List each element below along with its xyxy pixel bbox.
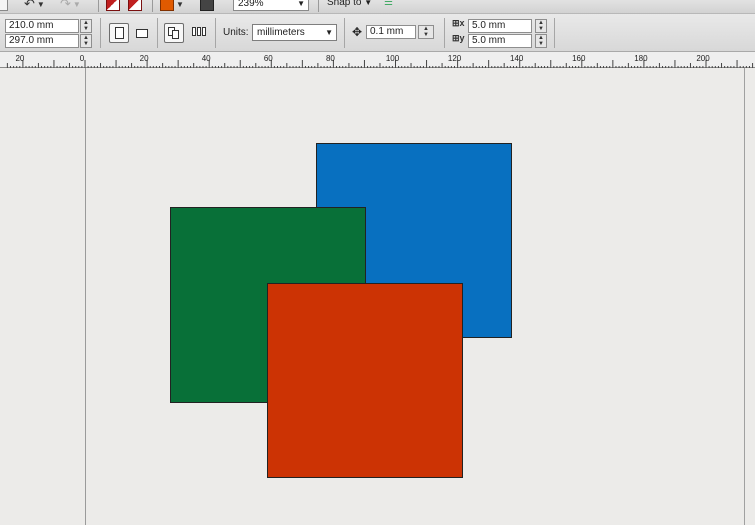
all-pages-button[interactable]	[164, 23, 184, 43]
landscape-orientation-button[interactable]	[132, 23, 152, 43]
coreldraw-window: ↶ ▼ ↷ ▼ ▼ 239% ▼ Snap to ▼ ☰ 210.0 mm ▲ ▼ 29…	[0, 0, 755, 525]
ruler-label: 120	[448, 54, 462, 63]
drawing-canvas[interactable]	[0, 68, 755, 525]
property-bar: 210.0 mm ▲ ▼ 297.0 mm ▲ ▼ Units: millimete…	[0, 14, 755, 52]
portrait-icon	[114, 27, 124, 39]
units-select[interactable]: millimeters ▼	[252, 24, 337, 41]
nudge-distance-icon: ✥	[352, 25, 363, 39]
ruler-label: 0	[80, 54, 85, 63]
ruler-label: 20	[140, 54, 149, 63]
all-pages-icon	[168, 27, 180, 39]
zoom-level-select[interactable]: 239% ▼	[233, 0, 309, 11]
ruler-label: 140	[510, 54, 524, 63]
horizontal-ruler[interactable]: 20 0 20 40 60 80 100 120 140 160 180 200	[0, 52, 755, 68]
chevron-down-icon: ▼	[297, 0, 305, 8]
standard-toolbar: ↶ ▼ ↷ ▼ ▼ 239% ▼ Snap to ▼ ☰	[0, 0, 755, 14]
page-border-right	[744, 68, 745, 525]
duplicate-distance-x-spinner[interactable]: ▲ ▼	[535, 19, 547, 33]
welcome-screen-icon[interactable]	[200, 0, 214, 12]
current-page-button[interactable]	[189, 23, 209, 43]
portrait-orientation-button[interactable]	[109, 23, 129, 43]
undo-icon[interactable]: ↶ ▼	[24, 0, 45, 12]
ruler-label: 20	[15, 54, 24, 63]
export-icon[interactable]	[128, 0, 142, 12]
nudge-distance-field[interactable]: 0.1 mm	[366, 25, 416, 39]
duplicate-distance-y-field[interactable]: 5.0 mm	[468, 34, 532, 48]
ruler-ticks: 20 0 20 40 60 80 100 120 140 160 180 200	[6, 54, 754, 68]
chevron-down-icon: ▼	[325, 28, 333, 37]
redo-icon[interactable]: ↷ ▼	[60, 0, 81, 12]
landscape-icon	[136, 28, 148, 38]
ruler-label: 60	[264, 54, 273, 63]
options-icon[interactable]: ☰	[384, 0, 393, 8]
ruler-label: 40	[202, 54, 211, 63]
save-icon[interactable]	[0, 0, 8, 12]
chevron-down-icon: ▼	[364, 0, 373, 7]
page-width-field[interactable]: 210.0 mm	[5, 19, 79, 33]
page-height-spinner[interactable]: ▲ ▼	[80, 34, 92, 48]
page-border-left	[85, 68, 86, 525]
ruler-label: 200	[696, 54, 710, 63]
units-label: Units:	[223, 27, 249, 38]
ruler-label: 100	[386, 54, 400, 63]
duplicate-distance-x-icon: ⊞x	[452, 18, 465, 28]
page-width-spinner[interactable]: ▲ ▼	[80, 19, 92, 33]
ruler-label: 160	[572, 54, 586, 63]
red-square[interactable]	[267, 283, 463, 478]
nudge-distance-spinner[interactable]: ▲ ▼	[418, 25, 434, 39]
current-page-icon	[191, 27, 207, 39]
duplicate-distance-x-field[interactable]: 5.0 mm	[468, 19, 532, 33]
duplicate-distance-y-icon: ⊞y	[452, 33, 465, 43]
ruler-label: 80	[326, 54, 335, 63]
duplicate-distance-y-spinner[interactable]: ▲ ▼	[535, 34, 547, 48]
application-launcher-icon[interactable]: ▼	[160, 0, 184, 12]
page-height-field[interactable]: 297.0 mm	[5, 34, 79, 48]
import-icon[interactable]	[106, 0, 120, 12]
snap-to-dropdown[interactable]: Snap to ▼	[327, 0, 372, 10]
ruler-label: 180	[634, 54, 648, 63]
